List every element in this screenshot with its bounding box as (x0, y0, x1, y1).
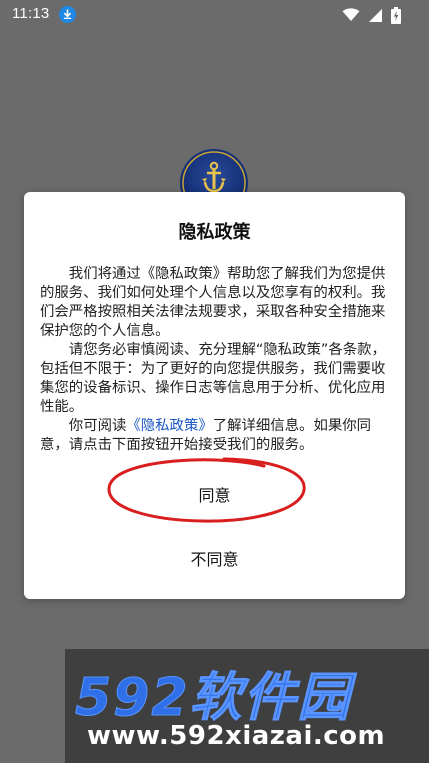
watermark: 592软件园 www.592xiazai.com (65, 649, 429, 763)
privacy-paragraph-2: 请您务必审慎阅读、充分理解“隐私政策”各条款，包括但不限于：为了更好的向您提供服… (40, 342, 386, 415)
battery-charging-icon (391, 6, 401, 24)
privacy-paragraph-3: 你可阅读《隐私政策》了解详细信息。如果你同意，请点击下面按钮开始接受我们的服务。 (40, 417, 392, 455)
privacy-policy-link[interactable]: 《隐私政策》 (126, 418, 212, 434)
wifi-icon (342, 8, 360, 21)
paragraph3-prefix: 你可阅读 (68, 418, 127, 434)
disagree-button[interactable]: 不同意 (24, 536, 405, 580)
download-icon (59, 6, 76, 23)
agree-button[interactable]: 同意 (24, 472, 405, 516)
dialog-title: 隐私政策 (178, 222, 251, 243)
status-time: 11:13 (12, 5, 50, 22)
privacy-dialog: 隐私政策 我们将通过《隐私政策》帮助您了解我们为您提供的服务、我们如何处理个人信… (24, 192, 405, 599)
watermark-url: www.592xiazai.com (87, 721, 386, 751)
watermark-brand: 592软件园 (75, 668, 352, 729)
status-bar: 11:13 (0, 0, 429, 30)
dialog-body: 我们将通过《隐私政策》帮助您了解我们为您提供的服务、我们如何处理个人信息以及您享… (40, 265, 392, 455)
privacy-paragraph-1: 我们将通过《隐私政策》帮助您了解我们为您提供的服务、我们如何处理个人信息以及您享… (40, 266, 386, 339)
signal-icon (369, 8, 382, 22)
status-icons (342, 6, 401, 24)
